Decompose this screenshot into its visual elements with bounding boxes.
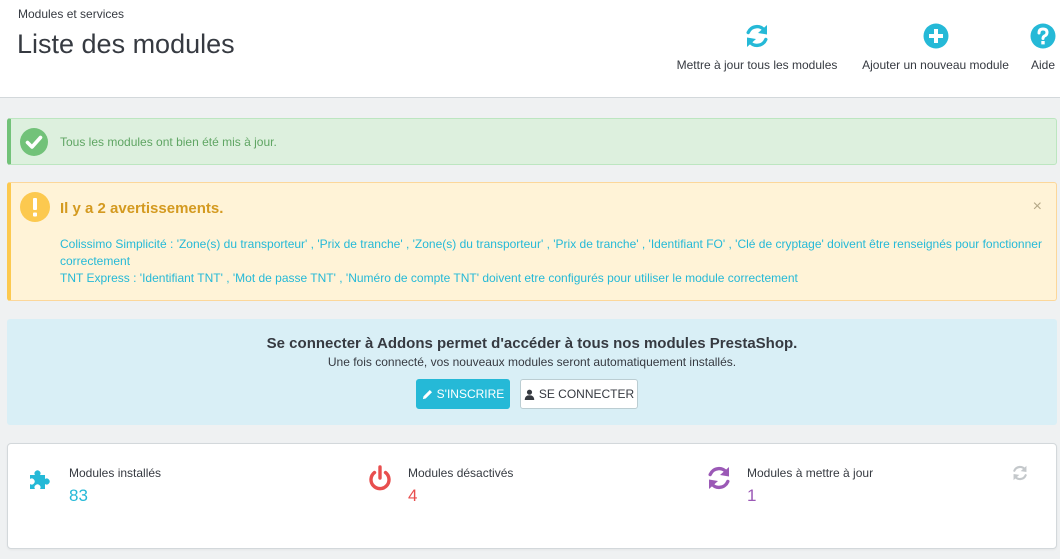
page-title: Liste des modules [17,29,235,59]
question-circle-icon [1030,23,1056,49]
help-button[interactable]: Aide [1028,22,1058,82]
breadcrumb[interactable]: Modules et services [18,7,124,21]
close-icon[interactable]: × [1033,199,1042,215]
warning-title: Il y a 2 avertissements. [60,200,224,217]
power-icon [369,465,391,491]
check-circle-icon [20,128,48,156]
signup-button[interactable]: S'INSCRIRE [416,379,510,409]
success-message: Tous les modules ont bien été mis à jour… [60,135,277,149]
pencil-icon [422,389,432,399]
kpi-disabled-label: Modules désactivés [408,466,514,480]
kpi-modules-to-update[interactable]: Modules à mettre à jour 1 [705,462,1005,522]
addons-connect-panel: Se connecter à Addons permet d'accéder à… [7,319,1057,425]
warning-item: TNT Express : 'Identifiant TNT' , 'Mot d… [60,271,798,285]
refresh-icon [746,24,768,48]
kpi-update-label: Modules à mettre à jour [747,466,874,480]
addons-title: Se connecter à Addons permet d'accéder à… [266,335,798,352]
login-button[interactable]: SE CONNECTER [520,379,638,409]
kpi-update-value: 1 [747,486,757,505]
add-module-button[interactable]: Ajouter un nouveau module [856,22,1015,82]
kpi-disabled-value: 4 [408,486,418,505]
kpi-installed-modules[interactable]: Modules installés 83 [27,462,327,522]
user-icon [524,389,535,400]
plus-circle-icon [923,23,948,49]
warning-list: Colissimo Simplicité : 'Zone(s) du trans… [60,236,1050,287]
login-label: SE CONNECTER [538,387,635,401]
addons-subtitle: Une fois connecté, vos nouveaux modules … [327,355,737,369]
refresh-stats-icon[interactable] [1011,464,1029,482]
page-header: Modules et services Liste des modules Me… [0,0,1060,98]
update-all-modules-label: Mettre à jour tous les modules [676,58,838,72]
modules-stats-panel: Modules installés 83 Modules désactivés … [7,443,1057,549]
kpi-installed-label: Modules installés [69,466,162,480]
add-module-label: Ajouter un nouveau module [862,58,1009,72]
refresh-icon [708,466,730,490]
exclamation-circle-icon [20,192,50,222]
puzzle-icon [30,470,50,489]
update-all-modules-button[interactable]: Mettre à jour tous les modules [671,22,843,82]
help-label: Aide [1030,58,1056,72]
signup-label: S'INSCRIRE [436,387,505,401]
warning-alert: Il y a 2 avertissements. × Colissimo Sim… [7,182,1057,301]
kpi-installed-value: 83 [69,486,88,505]
success-alert: Tous les modules ont bien été mis à jour… [7,118,1057,165]
kpi-disabled-modules[interactable]: Modules désactivés 4 [366,462,666,522]
warning-item: Colissimo Simplicité : 'Zone(s) du trans… [60,237,1042,268]
